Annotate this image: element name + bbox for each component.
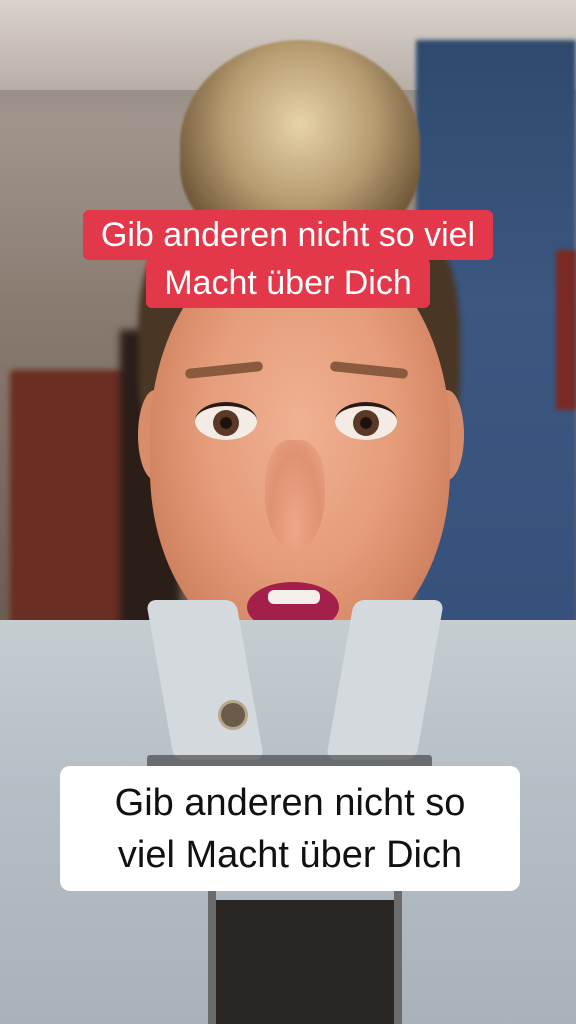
jacket-button — [218, 700, 248, 730]
jacket-zipper-left — [208, 890, 216, 1024]
person-eye-right — [335, 402, 397, 440]
person-eye-left — [195, 402, 257, 440]
background-cabinet — [10, 370, 130, 650]
top-caption: Gib anderen nicht so viel Macht über Dic… — [0, 210, 576, 308]
bottom-caption: Gib anderen nicht so viel Macht über Dic… — [60, 766, 520, 891]
person-nose — [265, 440, 325, 550]
person-teeth — [268, 590, 320, 604]
top-caption-line-2: Macht über Dich — [146, 258, 430, 308]
person-shirt — [215, 900, 395, 1024]
jacket-zipper-right — [394, 890, 402, 1024]
top-caption-line-1: Gib anderen nicht so viel — [82, 210, 494, 260]
bottom-caption-line-1: Gib anderen nicht so — [114, 781, 466, 824]
bottom-caption-line-2: viel Macht über Dich — [117, 833, 463, 876]
